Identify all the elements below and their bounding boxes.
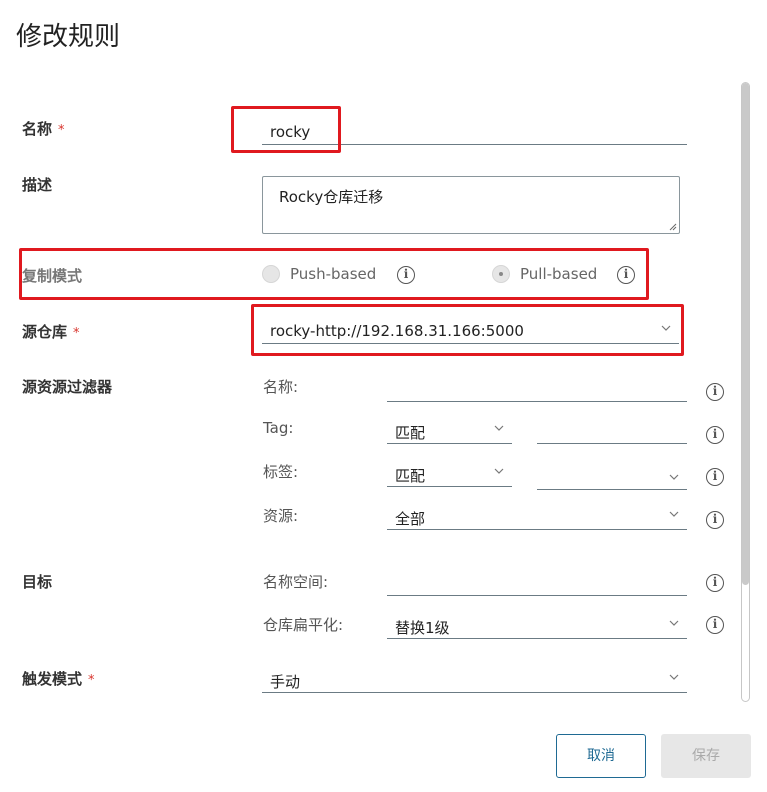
highlight-box-name <box>231 106 341 153</box>
filter-labels-label: 标签: <box>263 463 299 481</box>
filter-tag-match-value: 匹配 <box>395 424 426 442</box>
filter-resource-label: 资源: <box>263 507 299 525</box>
chevron-down-icon <box>494 468 504 474</box>
chevron-down-icon <box>669 674 679 680</box>
trigger-mode-value: 手动 <box>270 673 301 691</box>
description-label: 描述 <box>22 176 53 194</box>
required-mark: * <box>73 326 80 341</box>
description-textarea[interactable]: Rocky仓库迁移 <box>262 176 680 234</box>
info-icon[interactable]: i <box>706 426 724 444</box>
chevron-down-icon <box>669 511 679 517</box>
cancel-button[interactable]: 取消 <box>556 734 646 778</box>
name-label: 名称 * <box>22 120 65 138</box>
source-filter-label: 源资源过滤器 <box>22 378 113 396</box>
trigger-mode-label: 触发模式 * <box>22 670 95 688</box>
filter-labels-match-value: 匹配 <box>395 467 426 485</box>
info-icon[interactable]: i <box>706 574 724 592</box>
source-registry-label: 源仓库 * <box>22 323 80 341</box>
required-mark: * <box>58 123 65 138</box>
resize-handle-icon[interactable] <box>669 223 677 231</box>
destination-label: 目标 <box>22 573 53 591</box>
info-icon[interactable]: i <box>706 511 724 529</box>
dialog-title: 修改规则 <box>16 22 121 52</box>
highlight-box-replication-mode <box>19 248 649 300</box>
info-icon[interactable]: i <box>706 383 724 401</box>
highlight-box-source-registry <box>251 304 684 356</box>
description-value: Rocky仓库迁移 <box>279 188 384 206</box>
scrollbar-thumb[interactable] <box>742 83 749 585</box>
filter-name-label: 名称: <box>263 378 299 396</box>
chevron-down-icon <box>669 620 679 626</box>
info-icon[interactable]: i <box>706 468 724 486</box>
filter-tag-label: Tag: <box>263 419 294 437</box>
filter-resource-select[interactable]: 全部 <box>387 505 687 530</box>
required-mark: * <box>88 673 95 688</box>
info-icon[interactable]: i <box>706 616 724 634</box>
trigger-mode-select[interactable]: 手动 <box>262 668 687 693</box>
save-button[interactable]: 保存 <box>661 734 751 778</box>
filter-labels-select[interactable] <box>537 465 687 490</box>
filter-resource-value: 全部 <box>395 510 426 528</box>
filter-tag-input[interactable] <box>537 419 687 444</box>
filter-labels-match-select[interactable]: 匹配 <box>387 462 512 487</box>
flatten-value: 替换1级 <box>395 619 450 637</box>
chevron-down-icon <box>669 474 679 480</box>
filter-name-input[interactable] <box>387 377 687 402</box>
flatten-select[interactable]: 替换1级 <box>387 614 687 639</box>
flatten-label: 仓库扁平化: <box>263 616 344 634</box>
namespace-input[interactable] <box>387 571 687 596</box>
chevron-down-icon <box>494 425 504 431</box>
filter-tag-match-select[interactable]: 匹配 <box>387 419 512 444</box>
namespace-label: 名称空间: <box>263 573 329 591</box>
